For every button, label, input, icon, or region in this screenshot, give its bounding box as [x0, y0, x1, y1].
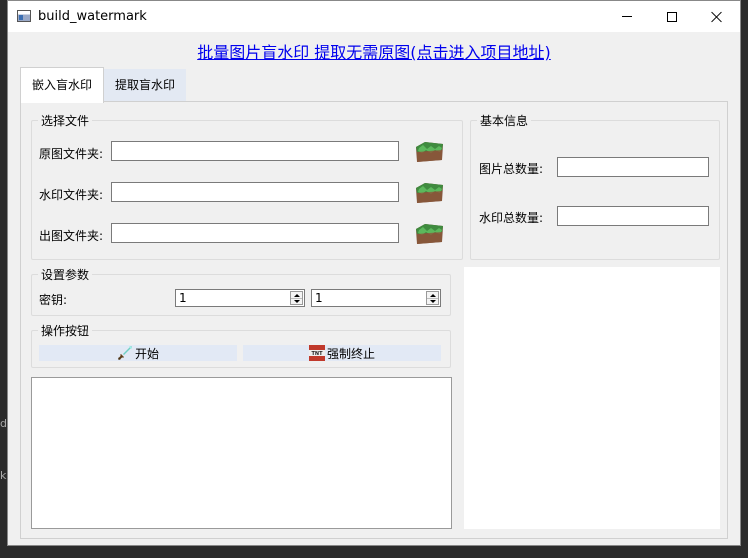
log-output-box[interactable] [31, 377, 452, 529]
output-folder-input[interactable] [111, 223, 399, 243]
watermark-folder-browse-button[interactable] [413, 179, 445, 205]
key1-value: 1 [179, 291, 187, 305]
background-snippet: d [0, 417, 7, 430]
app-window: build_watermark 批量图片盲水印 提取无需原图(点击进入项目地址)… [7, 0, 741, 546]
actions-title: 操作按钮 [41, 324, 90, 338]
tnt-icon: TNT [308, 345, 325, 361]
key2-value: 1 [315, 291, 323, 305]
spin-arrows-icon[interactable] [290, 291, 303, 305]
tab-panel: 选择文件 原图文件夹: 水印文件夹: 出图文件夹: 基本信息 图片总数量: 水印… [20, 101, 728, 539]
key2-spinbox[interactable]: 1 [311, 289, 441, 307]
basic-info-group: 基本信息 [470, 112, 720, 260]
minimize-button[interactable] [604, 1, 650, 32]
tab-embed-watermark[interactable]: 嵌入盲水印 [20, 67, 104, 103]
source-folder-input[interactable] [111, 141, 399, 161]
spin-arrows-icon[interactable] [426, 291, 439, 305]
image-count-label: 图片总数量: [479, 162, 544, 176]
watermark-count-field[interactable] [557, 206, 709, 226]
image-preview-area [464, 267, 720, 529]
force-stop-button-label: 强制终止 [326, 346, 375, 361]
watermark-count-label: 水印总数量: [479, 211, 544, 225]
watermark-folder-label: 水印文件夹: [39, 188, 104, 202]
basic-info-title: 基本信息 [480, 114, 529, 128]
sword-icon [117, 346, 132, 360]
start-button-label: 开始 [134, 346, 159, 361]
title-bar: build_watermark [8, 1, 740, 32]
window-title: build_watermark [38, 9, 147, 24]
folder-grass-icon [416, 142, 443, 162]
output-folder-label: 出图文件夹: [39, 229, 104, 243]
minimize-icon [622, 16, 632, 17]
maximize-icon [667, 11, 677, 22]
background-snippet-2: k [0, 469, 7, 482]
output-folder-browse-button[interactable] [413, 220, 445, 246]
close-icon [711, 11, 723, 23]
watermark-folder-input[interactable] [111, 182, 399, 202]
source-folder-browse-button[interactable] [413, 138, 445, 164]
folder-grass-icon [416, 183, 443, 203]
key-label: 密钥: [39, 293, 68, 307]
start-button[interactable]: 开始 [39, 345, 237, 361]
close-button[interactable] [694, 1, 740, 32]
select-files-title: 选择文件 [41, 114, 90, 128]
folder-grass-icon [416, 224, 443, 244]
image-count-field[interactable] [557, 157, 709, 177]
source-folder-label: 原图文件夹: [39, 147, 104, 161]
app-icon [17, 10, 31, 22]
key1-spinbox[interactable]: 1 [175, 289, 305, 307]
settings-title: 设置参数 [41, 268, 90, 282]
maximize-button[interactable] [649, 1, 695, 32]
tab-extract-watermark[interactable]: 提取盲水印 [104, 69, 186, 101]
project-link[interactable]: 批量图片盲水印 提取无需原图(点击进入项目地址) [8, 39, 740, 63]
svg-text:TNT: TNT [311, 351, 323, 357]
force-stop-button[interactable]: TNT 强制终止 [243, 345, 441, 361]
